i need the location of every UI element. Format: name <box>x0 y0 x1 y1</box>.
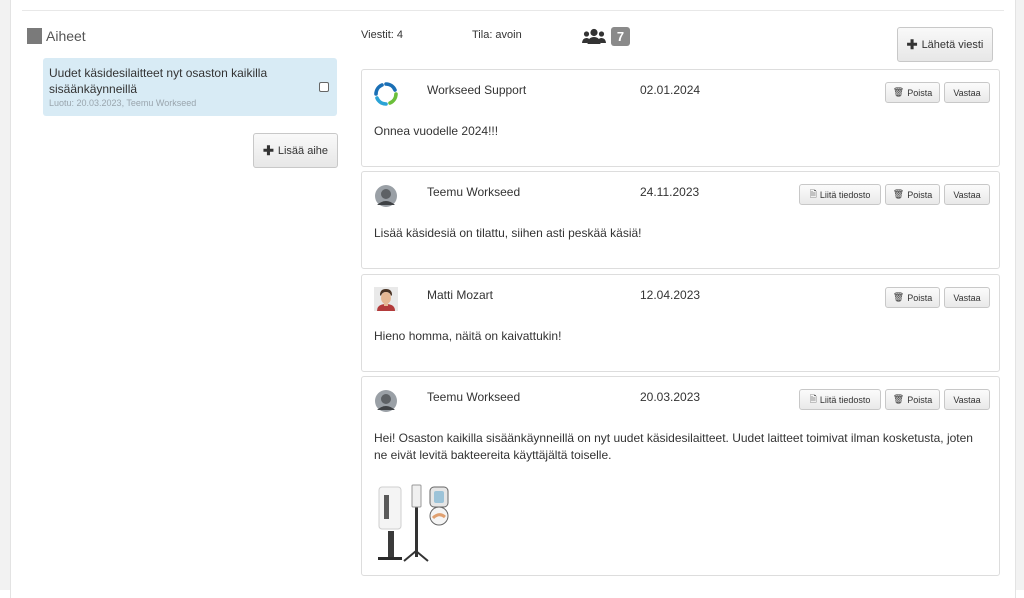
reply-button[interactable]: Vastaa <box>944 389 990 410</box>
plus-icon: ✚ <box>262 142 274 158</box>
reply-label: Vastaa <box>953 87 981 98</box>
plus-icon: ✚ <box>906 36 918 52</box>
delete-button[interactable]: 🗑 Poista <box>885 389 940 410</box>
trash-icon: 🗑 <box>892 189 905 199</box>
reply-button[interactable]: Vastaa <box>944 82 990 103</box>
delete-label: Poista <box>907 394 933 405</box>
hand-sanitizer-dispenser-image[interactable] <box>374 481 454 568</box>
topics-square-icon <box>27 28 42 44</box>
reply-label: Vastaa <box>953 189 981 200</box>
user-avatar <box>374 287 398 311</box>
send-message-button[interactable]: ✚ Lähetä viesti <box>897 27 993 62</box>
message-card: Teemu Workseed 20.03.2023 🗎 Liitä tiedost… <box>361 376 1000 576</box>
attach-file-button[interactable]: 🗎 Liitä tiedosto <box>799 184 881 205</box>
add-topic-label: Lisää aihe <box>277 144 329 157</box>
message-card: Workseed Support 02.01.2024 🗑 Poista Vast… <box>361 69 1000 167</box>
topic-meta: Luotu: 20.03.2023, Teemu Workseed <box>49 98 197 108</box>
trash-icon: 🗑 <box>892 87 905 97</box>
attach-label: Liitä tiedosto <box>819 189 871 200</box>
user-avatar <box>374 389 398 413</box>
message-date: 20.03.2023 <box>640 390 701 404</box>
reply-button[interactable]: Vastaa <box>944 184 990 205</box>
topic-title: Uudet käsidesilaitteet nyt osaston kaiki… <box>49 66 268 96</box>
topics-title: Aiheet <box>46 28 86 44</box>
file-icon: 🗎 <box>809 393 817 404</box>
message-date: 02.01.2024 <box>640 83 701 97</box>
delete-button[interactable]: 🗑 Poista <box>885 184 940 205</box>
message-author: Matti Mozart <box>427 288 494 302</box>
top-divider <box>22 10 1004 11</box>
trash-icon: 🗑 <box>892 292 905 302</box>
message-card: Matti Mozart 12.04.2023 🗑 Poista Vastaa H… <box>361 274 1000 372</box>
message-count: Viestit: 4 <box>361 29 403 41</box>
topic-state: Tila: avoin <box>472 29 522 41</box>
topic-item[interactable]: Uudet käsidesilaitteet nyt osaston kaiki… <box>43 58 337 116</box>
reply-label: Vastaa <box>953 292 981 303</box>
reply-button[interactable]: Vastaa <box>944 287 990 308</box>
file-icon: 🗎 <box>809 188 817 199</box>
message-author: Teemu Workseed <box>427 185 521 199</box>
attach-file-button[interactable]: 🗎 Liitä tiedosto <box>799 389 881 410</box>
message-date: 24.11.2023 <box>640 185 700 199</box>
add-topic-button[interactable]: ✚ Lisää aihe <box>253 133 338 168</box>
user-avatar <box>374 184 398 208</box>
message-body: Lisää käsidesiä on tilattu, siihen asti … <box>374 226 642 240</box>
delete-label: Poista <box>907 87 933 98</box>
workseed-logo-icon <box>374 82 398 106</box>
attach-label: Liitä tiedosto <box>819 394 871 405</box>
topics-header: Aiheet <box>27 28 86 44</box>
topic-checkbox[interactable] <box>319 82 329 92</box>
participants-icon <box>582 28 606 50</box>
delete-button[interactable]: 🗑 Poista <box>885 82 940 103</box>
message-body: Hieno homma, näitä on kaivattukin! <box>374 329 562 343</box>
right-edge <box>1016 0 1024 590</box>
left-edge <box>0 0 10 590</box>
delete-label: Poista <box>907 189 933 200</box>
send-message-label: Lähetä viesti <box>921 38 984 51</box>
delete-label: Poista <box>907 292 933 303</box>
delete-button[interactable]: 🗑 Poista <box>885 287 940 308</box>
message-date: 12.04.2023 <box>640 288 701 302</box>
reply-label: Vastaa <box>953 394 981 405</box>
message-card: Teemu Workseed 24.11.2023 🗎 Liitä tiedost… <box>361 171 1000 269</box>
message-body: Hei! Osaston kaikilla sisäänkäynneillä o… <box>374 431 973 462</box>
message-author: Teemu Workseed <box>427 390 521 404</box>
participant-count-badge: 7 <box>611 27 630 46</box>
trash-icon: 🗑 <box>892 394 905 404</box>
message-body: Onnea vuodelle 2024!!! <box>374 124 499 138</box>
message-author: Workseed Support <box>427 83 527 97</box>
